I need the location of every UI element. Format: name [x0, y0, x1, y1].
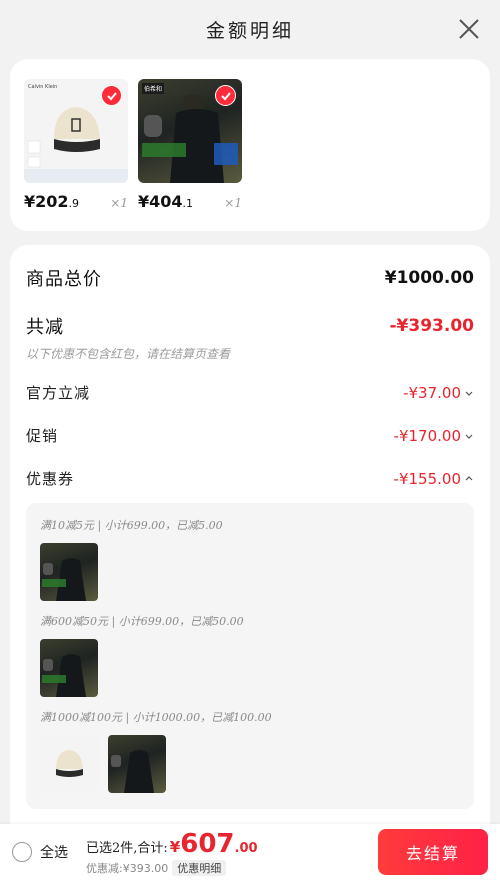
- official-label: 官方立减: [26, 384, 91, 402]
- total-row: 商品总价 ¥1000.00: [26, 265, 474, 291]
- checkout-button[interactable]: 去结算: [378, 829, 488, 875]
- product-thumb-jacket: [40, 639, 98, 697]
- discount-detail-chip[interactable]: 优惠明细: [172, 859, 227, 876]
- brand-label: Calvin Klein: [28, 84, 58, 90]
- selected-check-icon[interactable]: [101, 85, 122, 106]
- promo-value: -¥170.00: [394, 427, 474, 445]
- product-thumb-cap: [40, 735, 98, 793]
- products-card: Calvin Klein ¥202.9 ×1 伯希和 ¥404.1 ×1: [10, 59, 490, 231]
- official-value: -¥37.00: [403, 384, 474, 402]
- coupon-detail-box: 满10减5元 | 小计699.00，已减5.00 满600减50元 | 小计69…: [26, 503, 474, 809]
- promo-row[interactable]: 促销 -¥170.00: [26, 425, 474, 446]
- coupon-label: 优惠券: [26, 470, 75, 488]
- discount-note: 以下优惠不包含红包，请在结算页查看: [26, 347, 231, 361]
- chevron-down-icon: [465, 391, 473, 396]
- chevron-up-icon: [465, 475, 473, 480]
- official-row[interactable]: 官方立减 -¥37.00: [26, 382, 474, 403]
- product-price: ¥404.1: [138, 192, 194, 211]
- product-price: ¥202.9: [24, 192, 80, 211]
- select-all-radio[interactable]: [12, 842, 32, 862]
- coupon-row[interactable]: 优惠券 -¥155.00: [26, 468, 474, 489]
- product-image: 伯希和: [138, 79, 242, 183]
- discount-row: 共减 -¥393.00: [26, 313, 474, 339]
- total-amount-dec: .00: [234, 840, 258, 856]
- product-image: Calvin Klein: [24, 79, 128, 183]
- header: 金额明细: [0, 0, 500, 58]
- product-qty: ×1: [224, 196, 242, 210]
- promo-label: 促销: [26, 427, 59, 445]
- product-thumb-jacket: [108, 735, 166, 793]
- product-qty: ×1: [110, 196, 128, 210]
- coupon-rule: 满1000减100元 | 小计1000.00，已减100.00: [40, 711, 272, 724]
- select-all-label[interactable]: 全选: [40, 842, 68, 862]
- total-value: ¥1000.00: [384, 268, 474, 288]
- page-title: 金额明细: [205, 19, 294, 42]
- total-currency: ¥: [169, 837, 181, 856]
- selected-check-icon[interactable]: [215, 85, 236, 106]
- close-icon[interactable]: [456, 16, 482, 42]
- chevron-down-icon: [465, 434, 473, 439]
- total-label: 商品总价: [26, 269, 102, 290]
- discount-label: 共减: [26, 317, 64, 338]
- selected-summary: 已选2件,合计:: [86, 840, 168, 856]
- discount-summary: 优惠减:¥393.00: [86, 861, 169, 875]
- total-amount-int: 607: [180, 828, 235, 859]
- brand-label: 伯希和: [142, 83, 165, 94]
- sum-block: 已选2件,合计: ¥ 607 .00 优惠减:¥393.00 优惠明细: [86, 829, 258, 876]
- product-item-jacket[interactable]: 伯希和 ¥404.1 ×1: [138, 79, 242, 231]
- bottom-bar: 全选 已选2件,合计: ¥ 607 .00 优惠减:¥393.00 优惠明细 去…: [0, 824, 500, 880]
- summary-card: 商品总价 ¥1000.00 共减 -¥393.00 以下优惠不包含红包，请在结算…: [10, 245, 490, 865]
- coupon-rule: 满10减5元 | 小计699.00，已减5.00: [40, 519, 223, 532]
- coupon-value: -¥155.00: [394, 470, 474, 488]
- product-thumb-jacket: [40, 543, 98, 601]
- coupon-rule: 满600减50元 | 小计699.00，已减50.00: [40, 615, 244, 628]
- discount-value: -¥393.00: [389, 316, 475, 336]
- product-item-cap[interactable]: Calvin Klein ¥202.9 ×1: [24, 79, 128, 231]
